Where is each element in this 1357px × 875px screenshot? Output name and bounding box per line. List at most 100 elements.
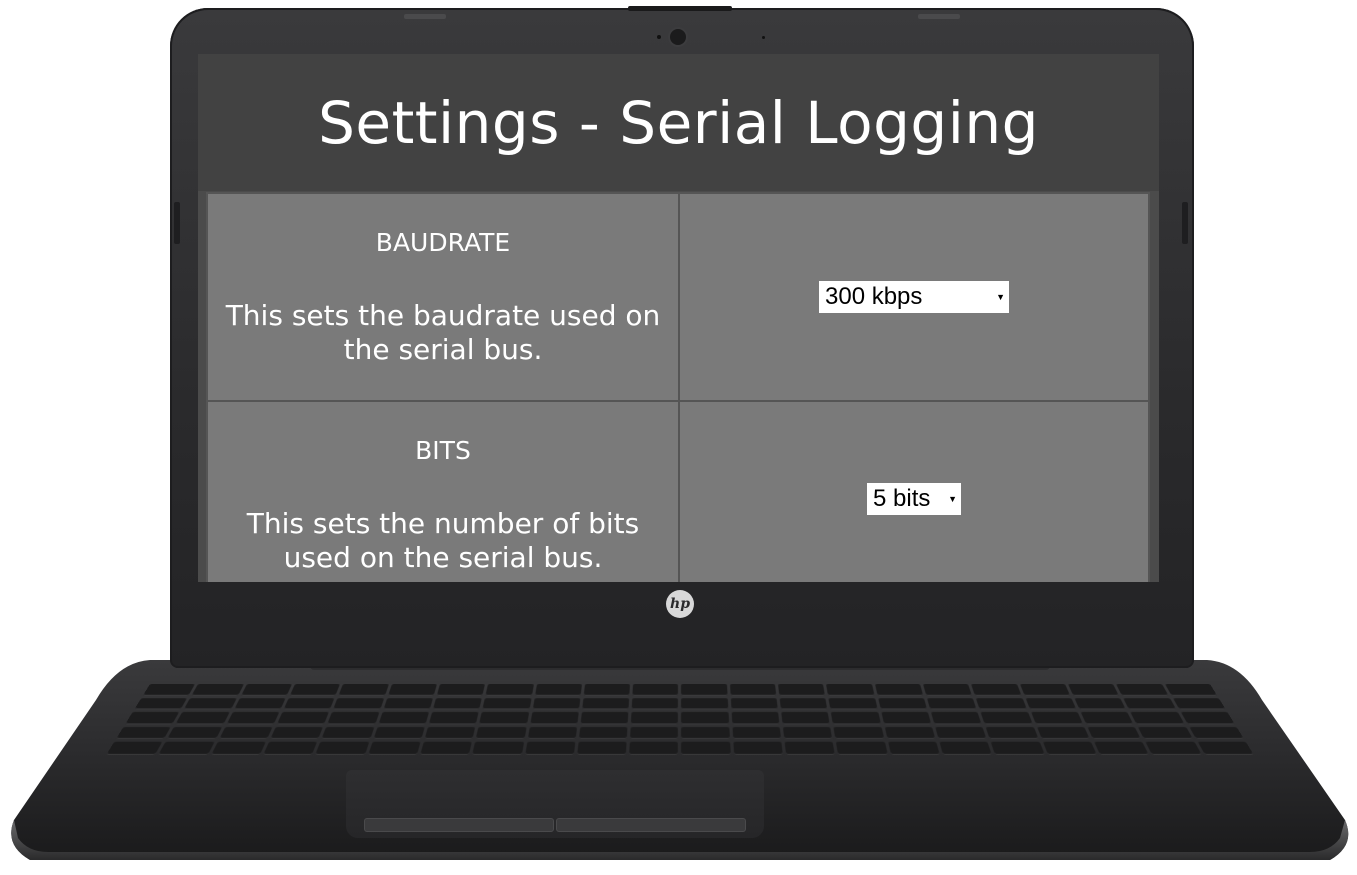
keyboard-key xyxy=(436,684,486,696)
keyboard-key xyxy=(1197,742,1254,755)
keyboard-key xyxy=(534,684,582,696)
keyboard-key xyxy=(527,726,577,740)
keyboard-key xyxy=(472,742,524,755)
keyboard-key xyxy=(1145,742,1202,755)
keyboard-key xyxy=(233,697,286,710)
keyboard-key xyxy=(583,684,631,696)
keyboard-key xyxy=(632,684,679,696)
keyboard-key xyxy=(524,742,576,755)
keyboard-key xyxy=(985,726,1039,740)
keyboard-key xyxy=(630,712,679,725)
keyboard-key xyxy=(828,697,878,710)
setting-control-cell: 300 kbps ▼ xyxy=(678,192,1150,402)
keyboard-key xyxy=(923,684,973,696)
keyboard-key xyxy=(784,742,836,755)
keyboard-key xyxy=(831,712,881,725)
lid-bumper xyxy=(404,14,446,19)
keyboard-key xyxy=(681,712,730,725)
keyboard-key xyxy=(1123,697,1176,710)
keyboard-key xyxy=(276,712,330,725)
keyboard-key xyxy=(191,684,244,696)
setting-info-cell: BITS This sets the number of bits used o… xyxy=(206,400,680,582)
keyboard-key xyxy=(1130,712,1185,725)
keyboard-key xyxy=(134,697,188,710)
page-title: Settings - Serial Logging xyxy=(318,88,1039,157)
setting-description: This sets the number of bits used on the… xyxy=(246,506,640,574)
keyboard-key xyxy=(372,726,425,740)
keyboard-key xyxy=(931,712,982,725)
keyboard-key xyxy=(485,684,534,696)
touchpad-right-button[interactable] xyxy=(556,818,746,832)
microphone-icon xyxy=(762,36,765,39)
baudrate-select-value: 300 kbps xyxy=(825,283,923,310)
keyboard-key xyxy=(971,684,1022,696)
keyboard-key xyxy=(578,726,628,740)
keyboard-key xyxy=(367,742,421,755)
dropdown-arrow-icon: ▼ xyxy=(948,494,957,504)
keyboard-key xyxy=(289,684,341,696)
bits-select[interactable]: 5 bits ▼ xyxy=(867,483,961,515)
hp-logo-icon: hp xyxy=(666,590,694,618)
keyboard-key xyxy=(1138,726,1193,740)
webcam-icon xyxy=(670,29,686,45)
keyboard-key xyxy=(779,697,828,710)
keyboard-key xyxy=(115,726,172,740)
keyboard-key xyxy=(935,726,988,740)
keyboard-key xyxy=(327,712,380,725)
keyboard-key xyxy=(532,697,581,710)
keyboard-key xyxy=(167,726,222,740)
setting-row-bits: BITS This sets the number of bits used o… xyxy=(206,400,1150,582)
keyboard-key xyxy=(240,684,292,696)
keyboard-key xyxy=(378,712,429,725)
keyboard-key xyxy=(106,742,163,755)
keyboard-key xyxy=(1068,684,1120,696)
keyboard-key xyxy=(1074,697,1127,710)
keyboard-key xyxy=(158,742,215,755)
keyboard-key xyxy=(1094,742,1150,755)
keyboard-key xyxy=(1164,684,1217,696)
screen: Settings - Serial Logging BAUDRATE This … xyxy=(198,54,1159,582)
keyboard-key xyxy=(681,726,730,740)
keyboard-key xyxy=(183,697,237,710)
keyboard-key xyxy=(926,697,977,710)
keyboard-key xyxy=(836,742,888,755)
lid-side-edge xyxy=(174,202,180,244)
touchpad-left-button[interactable] xyxy=(364,818,554,832)
keyboard-key xyxy=(210,742,266,755)
camera-indicator-icon xyxy=(657,35,661,39)
keyboard-key xyxy=(826,684,875,696)
keyboard-key xyxy=(218,726,273,740)
settings-table: BAUDRATE This sets the baudrate used on … xyxy=(206,192,1150,582)
keyboard-key xyxy=(387,684,437,696)
keyboard-key xyxy=(420,742,473,755)
keyboard-key xyxy=(428,712,479,725)
setting-name: BITS xyxy=(415,435,471,465)
keyboard-key xyxy=(884,726,936,740)
keyboard-key xyxy=(175,712,230,725)
keyboard-key xyxy=(143,684,196,696)
keyboard-key xyxy=(1116,684,1169,696)
keyboard-key xyxy=(976,697,1027,710)
keyboard-key xyxy=(1172,697,1226,710)
keyboard-key xyxy=(681,742,731,755)
baudrate-select[interactable]: 300 kbps ▼ xyxy=(819,281,1009,313)
keyboard-key xyxy=(781,712,831,725)
lid-top-edge xyxy=(628,6,732,11)
keyboard-key xyxy=(270,726,324,740)
keyboard-key xyxy=(732,726,782,740)
keyboard-key xyxy=(877,697,928,710)
keyboard-key xyxy=(338,684,389,696)
keyboard-key xyxy=(731,712,780,725)
keyboard-key xyxy=(887,742,940,755)
keyboard-key xyxy=(874,684,924,696)
keyboard-key xyxy=(576,742,627,755)
keyboard-key xyxy=(1036,726,1090,740)
setting-info-cell: BAUDRATE This sets the baudrate used on … xyxy=(206,192,680,402)
keyboard-key xyxy=(1019,684,1071,696)
keyboard-key xyxy=(226,712,280,725)
setting-name: BAUDRATE xyxy=(375,227,511,257)
keyboard-key xyxy=(630,726,679,740)
keyboard-key xyxy=(482,697,532,710)
laptop-frame: Settings - Serial Logging BAUDRATE This … xyxy=(0,0,1357,875)
lid-bumper xyxy=(918,14,960,19)
